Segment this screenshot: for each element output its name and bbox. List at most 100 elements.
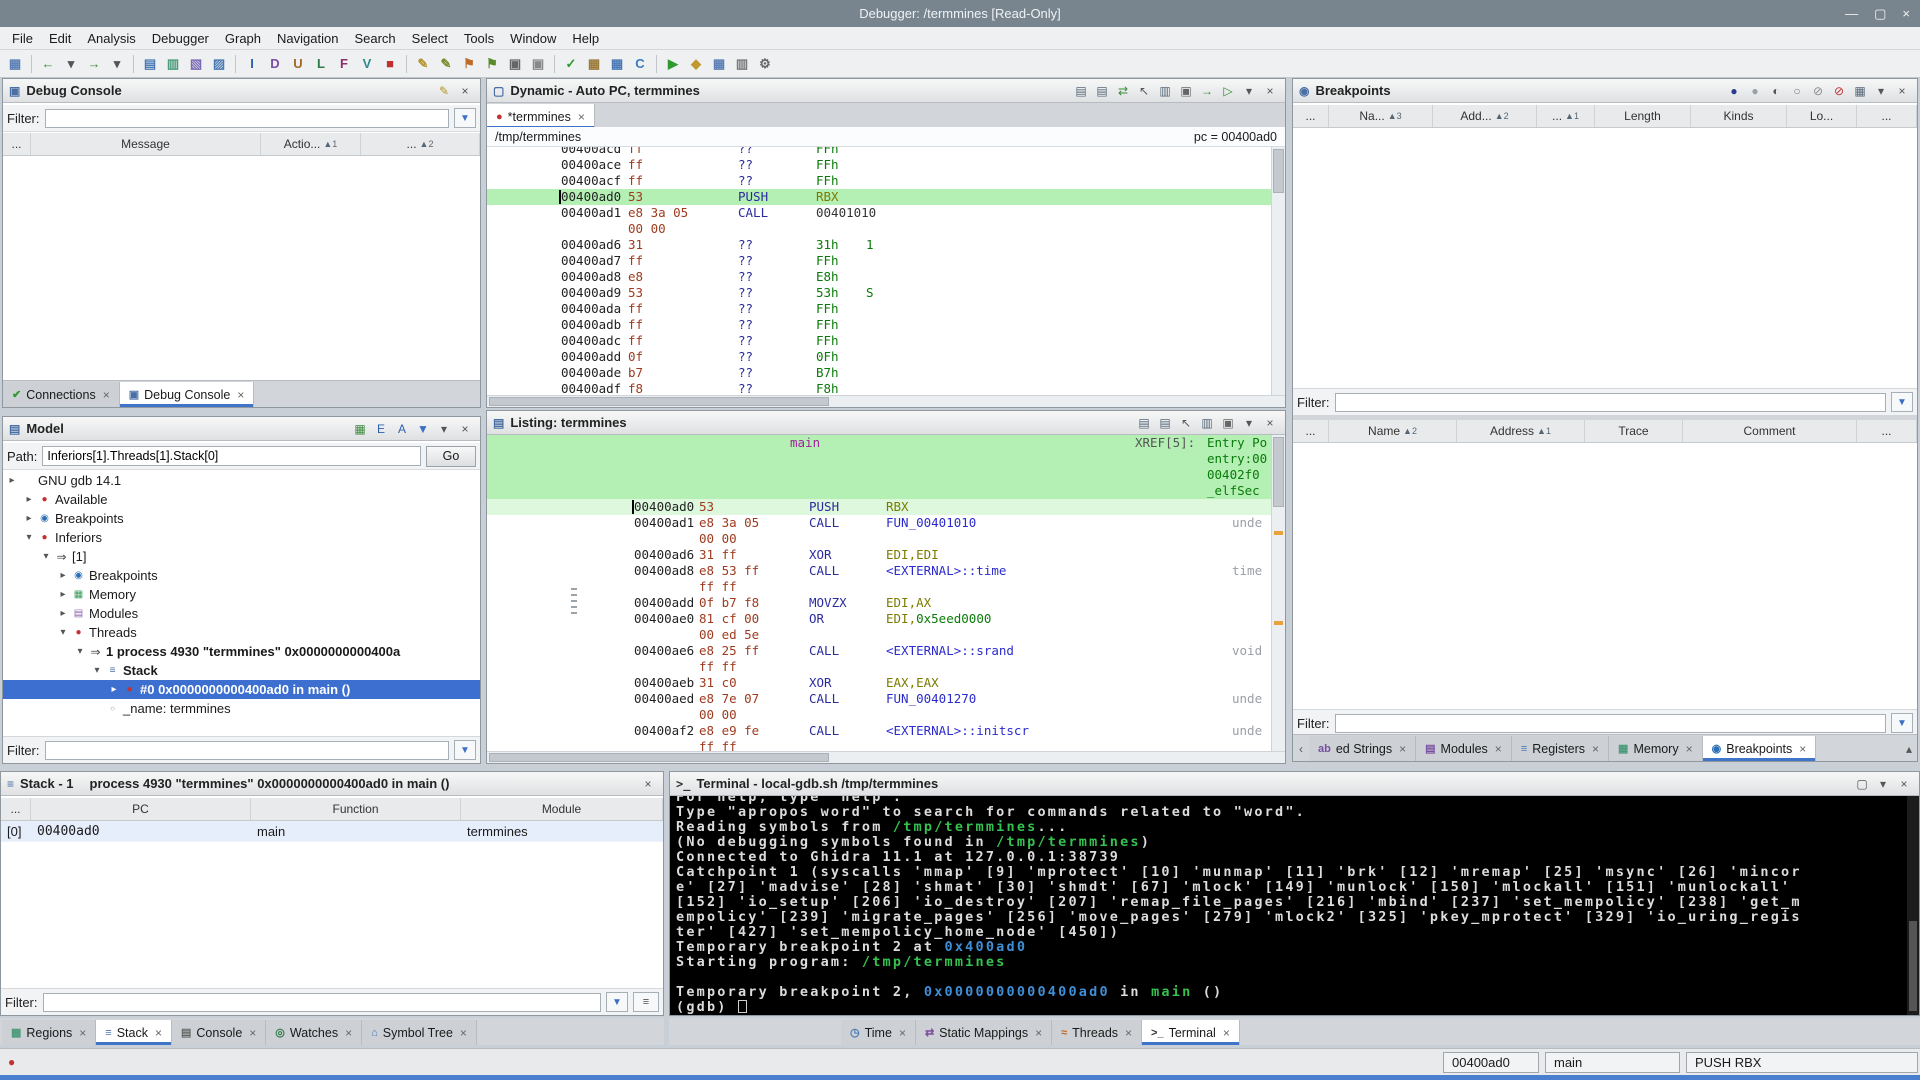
column-header-function[interactable]: Function: [251, 798, 461, 820]
listing-row[interactable]: 00400aed e8 7e 07 CALL FUN_00401270 unde: [487, 691, 1271, 707]
validate-icon[interactable]: ✓: [560, 53, 582, 75]
listing-row[interactable]: 00 00: [487, 531, 1271, 547]
column-header-module[interactable]: Module: [461, 798, 663, 820]
time-tool-icon[interactable]: ▥: [731, 53, 753, 75]
menu-help[interactable]: Help: [564, 29, 607, 48]
panel-menu-icon[interactable]: ▾: [1872, 82, 1890, 100]
interrupt-icon[interactable]: ◆: [685, 53, 707, 75]
expand-all-icon[interactable]: E: [372, 420, 390, 438]
breakpoints-filter-input[interactable]: [1334, 392, 1886, 412]
settings-icon[interactable]: ⚙: [754, 53, 776, 75]
close-icon[interactable]: ×: [1893, 82, 1911, 100]
column-header-lo[interactable]: Lo...: [1787, 105, 1857, 127]
close-icon[interactable]: ×: [79, 1026, 86, 1040]
column-header-[interactable]: ... ▲2: [361, 133, 480, 155]
tab-termmines[interactable]: ● *termmines ×: [487, 104, 595, 129]
resume-icon[interactable]: ▶: [662, 53, 684, 75]
tree-item[interactable]: ▸ ▦ Memory: [3, 585, 480, 604]
close-icon[interactable]: ×: [456, 420, 474, 438]
listing-row[interactable]: 00400ae0 81 cf 00 OR EDI,0x5eed0000: [487, 611, 1271, 627]
dynamic-vscrollbar[interactable]: [1271, 147, 1285, 395]
go-button[interactable]: Go: [426, 445, 476, 467]
tree-item[interactable]: ▾ ≡ Stack: [3, 661, 480, 680]
disasm-row[interactable]: 00400adf f8?? F8h: [487, 381, 1271, 395]
disable-breakpoints-icon[interactable]: ●: [1746, 82, 1764, 100]
disasm-row[interactable]: 00400ad0 53 PUSH RBX: [487, 189, 1271, 205]
splitter-handle[interactable]: [571, 588, 577, 614]
filter-options-icon[interactable]: ▼: [1891, 713, 1913, 733]
close-icon[interactable]: ×: [1125, 1026, 1132, 1040]
compare-icon[interactable]: ▷: [1219, 82, 1237, 100]
scrollbar-thumb[interactable]: [1273, 149, 1284, 193]
registers-tool-icon[interactable]: ▦: [708, 53, 730, 75]
disasm-row[interactable]: 00400ad8 e8?? E8h: [487, 269, 1271, 285]
menu-tools[interactable]: Tools: [456, 29, 502, 48]
listing-row[interactable]: 00400ad8 e8 53 ff CALL <EXTERNAL>::time time: [487, 563, 1271, 579]
patch-icon[interactable]: ✎: [412, 53, 434, 75]
menu-select[interactable]: Select: [404, 29, 456, 48]
listing-row[interactable]: 00400af2 e8 e9 fe CALL <EXTERNAL>::initscr u…: [487, 723, 1271, 739]
menu-analysis[interactable]: Analysis: [79, 29, 143, 48]
capture-icon[interactable]: ▣: [527, 53, 549, 75]
tab-registers[interactable]: ≡ Registers ×: [1511, 736, 1610, 761]
column-header-[interactable]: ...: [3, 133, 31, 155]
data-icon[interactable]: D: [264, 53, 286, 75]
disasm-row[interactable]: 00400ada ff?? FFh: [487, 301, 1271, 317]
terminal-body[interactable]: For help, type "help". Type "apropos word…: [670, 796, 1919, 1015]
close-icon[interactable]: ×: [1799, 742, 1806, 756]
scrollbar-thumb[interactable]: [489, 753, 829, 762]
copy-icon[interactable]: ▤: [1072, 82, 1090, 100]
listing-vscrollbar[interactable]: [1271, 435, 1285, 751]
column-header-[interactable]: ...: [1293, 420, 1329, 442]
listing-row[interactable]: 00 00: [487, 707, 1271, 723]
column-settings-icon[interactable]: ≡: [633, 992, 659, 1012]
scrollbar-thumb[interactable]: [489, 397, 829, 406]
column-header-[interactable]: ...: [1293, 105, 1329, 127]
close-icon[interactable]: ×: [1495, 742, 1502, 756]
menu-window[interactable]: Window: [502, 29, 564, 48]
close-icon[interactable]: ×: [456, 82, 474, 100]
capture-memory-icon[interactable]: ▣: [1177, 82, 1195, 100]
menu-graph[interactable]: Graph: [217, 29, 269, 48]
clear-breakpoints-icon[interactable]: ○: [1788, 82, 1806, 100]
sync-selection-icon[interactable]: ⇄: [1114, 82, 1132, 100]
tabs-collapse-icon[interactable]: ▴: [1901, 736, 1917, 761]
forward-menu-icon[interactable]: ▾: [106, 53, 128, 75]
filter-options-icon[interactable]: ▼: [1891, 392, 1913, 412]
terminal-scrollbar[interactable]: [1907, 796, 1919, 1015]
filter-options-icon[interactable]: ▼: [606, 992, 628, 1012]
tab-stack[interactable]: ≡ Stack ×: [96, 1020, 172, 1045]
tab-static-mappings[interactable]: ⇄ Static Mappings ×: [915, 1020, 1053, 1045]
column-header-na[interactable]: Na... ▲3: [1329, 105, 1433, 127]
stop-icon[interactable]: ■: [379, 53, 401, 75]
save-icon[interactable]: ▦: [4, 53, 26, 75]
disasm-row[interactable]: 00400ad9 53?? 53h S: [487, 285, 1271, 301]
panel-menu-icon[interactable]: ▾: [435, 420, 453, 438]
close-icon[interactable]: ×: [1261, 414, 1279, 432]
tree-item[interactable]: ▸ ◉ Breakpoints: [3, 509, 480, 528]
close-icon[interactable]: ×: [1261, 82, 1279, 100]
filter-options-icon[interactable]: ▼: [454, 740, 476, 760]
tab-ed-strings[interactable]: ab ed Strings ×: [1309, 736, 1417, 761]
listing-row[interactable]: 00400ae6 e8 25 ff CALL <EXTERNAL>::srand voi…: [487, 643, 1271, 659]
close-icon[interactable]: ×: [1223, 1026, 1230, 1040]
tree-item[interactable]: ▾ ⇒ [1]: [3, 547, 480, 566]
tree-item[interactable]: ▸ ▤ Modules: [3, 604, 480, 623]
close-icon[interactable]: ×: [103, 388, 110, 402]
make-ineffective-icon[interactable]: ⊘: [1809, 82, 1827, 100]
listing-row[interactable]: 00400ad0 53 PUSH RBX: [487, 499, 1271, 515]
tab-connections[interactable]: ✔ Connections ×: [3, 382, 120, 407]
stack-filter-input[interactable]: [42, 992, 601, 1012]
scrollbar-thumb[interactable]: [1909, 921, 1917, 1011]
close-icon[interactable]: ×: [345, 1026, 352, 1040]
select-addresses-icon[interactable]: ↖: [1135, 82, 1153, 100]
enable-breakpoints-icon[interactable]: ●: [1725, 82, 1743, 100]
tab-symbol-tree[interactable]: ⌂ Symbol Tree ×: [362, 1020, 477, 1045]
column-header-trace[interactable]: Trace: [1585, 420, 1683, 442]
model-path-input[interactable]: [42, 446, 421, 466]
close-icon[interactable]: ×: [639, 775, 657, 793]
tab-memory[interactable]: ▦ Memory ×: [1609, 736, 1703, 761]
tab-regions[interactable]: ▩ Regions ×: [2, 1020, 97, 1045]
column-header-[interactable]: ...: [1857, 420, 1917, 442]
column-header-actio[interactable]: Actio... ▲1: [261, 133, 361, 155]
